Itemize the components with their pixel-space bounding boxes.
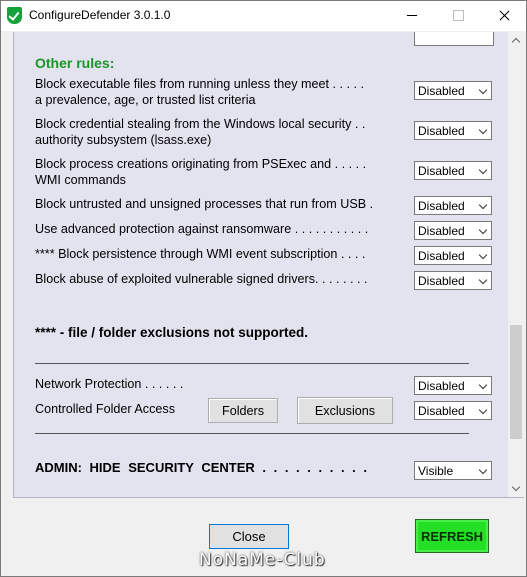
partial-dropdown[interactable] <box>414 32 494 46</box>
shield-check-icon <box>7 7 22 24</box>
rule-label-usb: Block untrusted and unsigned processes t… <box>35 197 374 211</box>
rule-dropdown-signed-drivers[interactable]: Disabled <box>414 271 492 290</box>
chevron-down-icon <box>478 405 488 415</box>
maximize-icon[interactable] <box>435 1 481 31</box>
chevron-down-icon <box>478 250 488 260</box>
folders-button[interactable]: Folders <box>208 398 278 423</box>
close-window-icon[interactable] <box>481 1 526 31</box>
exclusions-note: **** - file / folder exclusions not supp… <box>35 325 309 340</box>
settings-scroll-panel: Other rules: Block executable files from… <box>13 32 524 498</box>
divider <box>35 433 469 434</box>
admin-security-center-dropdown[interactable]: Visible <box>414 461 492 480</box>
vertical-scrollbar[interactable] <box>508 32 524 497</box>
rule-dropdown-ransomware[interactable]: Disabled <box>414 221 492 240</box>
section-heading-other-rules: Other rules: <box>35 55 115 71</box>
chevron-down-icon <box>478 465 488 475</box>
minimize-icon[interactable] <box>389 1 435 31</box>
refresh-button[interactable]: REFRESH <box>415 519 489 553</box>
exclusions-button[interactable]: Exclusions <box>297 397 393 424</box>
rule-label-prevalence: Block executable files from running unle… <box>35 77 364 107</box>
chevron-down-icon <box>478 200 488 210</box>
rule-label-wmi-persistence: **** Block persistence through WMI event… <box>35 247 366 261</box>
window-title: ConfigureDefender 3.0.1.0 <box>29 8 171 22</box>
scroll-up-arrow-icon[interactable] <box>508 32 524 49</box>
rule-dropdown-prevalence[interactable]: Disabled <box>414 81 492 100</box>
controlled-folder-access-dropdown[interactable]: Disabled <box>414 401 492 420</box>
chevron-down-icon <box>478 85 488 95</box>
chevron-down-icon <box>478 275 488 285</box>
chevron-down-icon <box>478 225 488 235</box>
admin-hide-security-center-label: ADMIN: HIDE SECURITY CENTER . . . . . . … <box>35 460 368 475</box>
close-button[interactable]: Close <box>209 524 289 549</box>
scroll-down-arrow-icon[interactable] <box>508 480 524 497</box>
title-bar: ConfigureDefender 3.0.1.0 <box>1 1 526 31</box>
rule-dropdown-lsass[interactable]: Disabled <box>414 121 492 140</box>
app-window: ConfigureDefender 3.0.1.0 Other rules: B… <box>0 0 527 577</box>
rule-label-ransomware: Use advanced protection against ransomwa… <box>35 222 369 236</box>
network-protection-dropdown[interactable]: Disabled <box>414 376 492 395</box>
rule-dropdown-usb[interactable]: Disabled <box>414 196 492 215</box>
scrollbar-thumb[interactable] <box>510 325 522 439</box>
rule-label-signed-drivers: Block abuse of exploited vulnerable sign… <box>35 272 368 286</box>
rule-dropdown-psexec[interactable]: Disabled <box>414 161 492 180</box>
rule-label-psexec: Block process creations originating from… <box>35 157 367 187</box>
rule-dropdown-wmi-persistence[interactable]: Disabled <box>414 246 492 265</box>
watermark-text: NoNaMe-Club <box>199 550 326 570</box>
chevron-down-icon <box>478 380 488 390</box>
chevron-down-icon <box>478 125 488 135</box>
chevron-down-icon <box>478 165 488 175</box>
network-protection-label: Network Protection . . . . . . . . . . .… <box>35 377 185 391</box>
rule-label-lsass: Block credential stealing from the Windo… <box>35 117 366 147</box>
divider <box>35 363 469 364</box>
